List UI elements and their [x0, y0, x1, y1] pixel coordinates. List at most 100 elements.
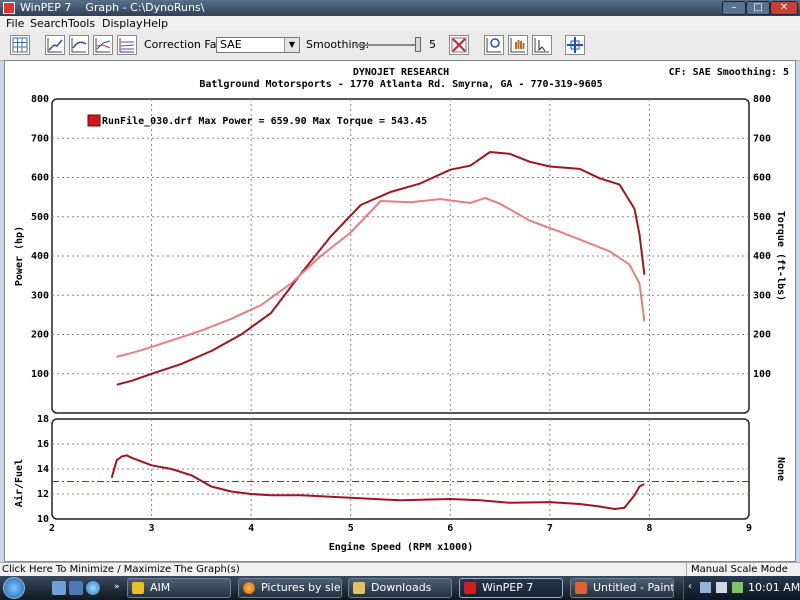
taskbar: » AIM Pictures by sleep... Downloads Win…	[0, 576, 800, 600]
menu-display[interactable]: Display	[102, 16, 143, 31]
afr-tick-label: 16	[37, 439, 49, 450]
cf-info: CF: SAE Smoothing: 5	[669, 66, 789, 78]
grid-view-icon[interactable]	[10, 35, 30, 55]
status-scale-mode: Manual Scale Mode	[686, 563, 798, 577]
y2-tick-label: 800	[753, 94, 771, 105]
volume-icon[interactable]	[716, 582, 727, 593]
menu-bar: File Search Tools Display Help	[0, 16, 800, 31]
y-tick-label: 400	[31, 251, 49, 262]
taskbar-item-paint[interactable]: Untitled - Paint	[570, 578, 674, 598]
delete-run-icon[interactable]	[449, 35, 469, 55]
y2-tick-label: 400	[753, 251, 771, 262]
x-axis-ticks: 2 3 4 5 6 7 8 9	[49, 523, 752, 534]
x-axis-label: Engine Speed (RPM x1000)	[329, 541, 474, 553]
header-subtitle: Batlground Motorsports - 1770 Atlanta Rd…	[199, 79, 602, 90]
crosshair-icon[interactable]	[565, 35, 585, 55]
firefox-icon	[243, 582, 255, 594]
x-tick-label: 8	[646, 523, 652, 534]
y2-tick-label: 100	[753, 369, 771, 380]
graph-torque-icon[interactable]	[69, 35, 89, 55]
afr-tick-label: 14	[37, 464, 49, 475]
smoothing-value: 5	[429, 38, 436, 51]
dyno-chart[interactable]: DYNOJET RESEARCH Batlground Motorsports …	[5, 61, 795, 561]
afr-tick-label: 18	[37, 414, 49, 425]
minimize-button[interactable]: –	[722, 1, 746, 15]
y-tick-label: 500	[31, 212, 49, 223]
folder-icon	[353, 582, 365, 594]
taskbar-item-label: Untitled - Paint	[593, 581, 674, 594]
system-tray: ‹ 10:01 AM	[683, 576, 800, 600]
x-tick-label: 4	[248, 523, 254, 534]
graph-area[interactable]: DYNOJET RESEARCH Batlground Motorsports …	[4, 60, 796, 562]
zoom-icon[interactable]	[484, 35, 504, 55]
header-title: DYNOJET RESEARCH	[353, 67, 449, 78]
aim-icon	[132, 582, 144, 594]
x-tick-label: 9	[746, 523, 752, 534]
menu-tools[interactable]: Tools	[68, 16, 95, 31]
window-title: WinPEP 7 Graph - C:\DynoRuns\	[20, 1, 205, 14]
y2-tick-label: 600	[753, 173, 771, 184]
legend-swatch[interactable]	[87, 114, 101, 127]
title-bar[interactable]: WinPEP 7 Graph - C:\DynoRuns\ – □ ✕	[0, 0, 800, 16]
y-axis-label-torque: Torque (ft-lbs)	[775, 211, 786, 301]
paint-icon	[575, 582, 587, 594]
graph-multi-icon[interactable]	[117, 35, 137, 55]
y-tick-label: 800	[31, 94, 49, 105]
clock[interactable]: 10:01 AM	[748, 581, 800, 594]
y-tick-label: 300	[31, 290, 49, 301]
smoothing-slider-thumb[interactable]	[415, 37, 421, 52]
taskbar-item-aim[interactable]: AIM	[127, 578, 231, 598]
y2-tick-label: 500	[753, 212, 771, 223]
cursor-icon[interactable]	[532, 35, 552, 55]
winpep-icon	[464, 582, 476, 594]
show-desktop-icon[interactable]	[52, 581, 66, 595]
menu-help[interactable]: Help	[143, 16, 168, 31]
top-plot-frame	[51, 98, 750, 414]
menu-search[interactable]: Search	[30, 16, 68, 31]
y-axis-label-none: None	[775, 457, 786, 481]
y-tick-label: 200	[31, 330, 49, 341]
afr-tick-label: 10	[37, 514, 49, 525]
taskbar-item-firefox[interactable]: Pictures by sleep...	[238, 578, 342, 598]
y-tick-label: 100	[31, 369, 49, 380]
y2-tick-label: 200	[753, 330, 771, 341]
taskbar-item-label: Downloads	[371, 581, 432, 594]
pan-hand-icon[interactable]	[508, 35, 528, 55]
menu-file[interactable]: File	[6, 16, 24, 31]
x-tick-label: 2	[49, 523, 55, 534]
bottom-plot-ticks: 10 12 14 16 18	[37, 414, 49, 525]
y-axis-label-power: Power (hp)	[14, 226, 25, 286]
y2-tick-label: 700	[753, 133, 771, 144]
afr-tick-label: 12	[37, 489, 49, 500]
start-button[interactable]	[3, 577, 25, 599]
security-icon[interactable]	[732, 582, 743, 593]
winpep-app-icon[interactable]	[3, 2, 15, 14]
graph-overlay-icon[interactable]	[93, 35, 113, 55]
x-tick-label: 5	[348, 523, 354, 534]
taskbar-item-label: AIM	[150, 581, 171, 594]
taskbar-item-downloads[interactable]: Downloads	[348, 578, 452, 598]
y-tick-label: 600	[31, 173, 49, 184]
internet-explorer-icon[interactable]	[86, 581, 100, 595]
y-axis-label-afr: Air/Fuel	[13, 459, 25, 507]
close-button[interactable]: ✕	[770, 1, 798, 15]
taskbar-item-winpep[interactable]: WinPEP 7	[459, 578, 563, 598]
legend-text: RunFile_030.drf Max Power = 659.90 Max T…	[102, 115, 427, 127]
status-minimize-hint[interactable]: Click Here To Minimize / Maximize The Gr…	[2, 563, 240, 577]
graph-power-icon[interactable]	[45, 35, 65, 55]
x-tick-label: 7	[547, 523, 553, 534]
smoothing-slider[interactable]	[355, 44, 417, 46]
switch-windows-icon[interactable]	[69, 581, 83, 595]
quicklaunch-expand-icon[interactable]: »	[114, 582, 120, 592]
taskbar-item-label: Pictures by sleep...	[261, 581, 341, 594]
maximize-button[interactable]: □	[746, 1, 770, 15]
taskbar-item-label: WinPEP 7	[482, 581, 534, 594]
correction-factor-select[interactable]: SAE ▼	[216, 37, 300, 53]
y2-tick-label: 300	[753, 290, 771, 301]
tray-expand-icon[interactable]: ‹	[688, 581, 692, 592]
status-bar: Click Here To Minimize / Maximize The Gr…	[0, 562, 800, 577]
network-icon[interactable]	[700, 582, 711, 593]
y-tick-label: 700	[31, 133, 49, 144]
chevron-down-icon[interactable]: ▼	[284, 38, 299, 52]
bottom-plot-frame	[51, 418, 750, 520]
